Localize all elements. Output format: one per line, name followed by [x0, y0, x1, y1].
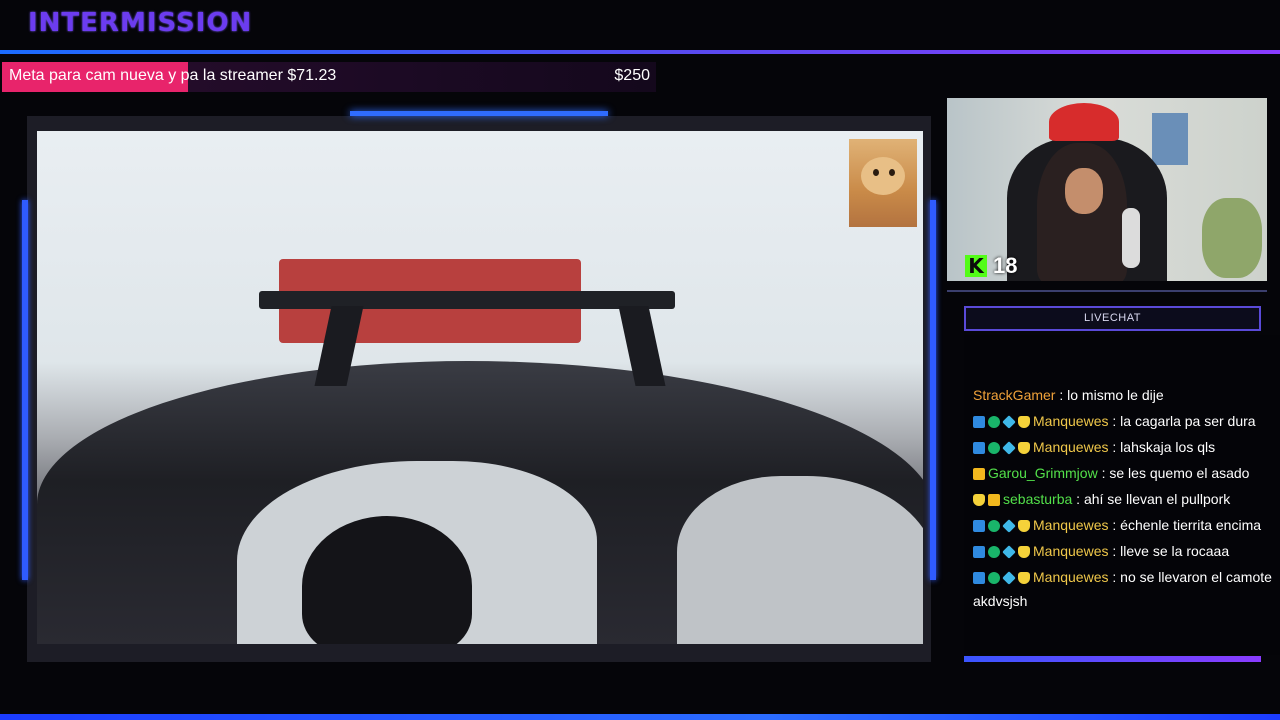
cat-face: [861, 157, 905, 195]
chat-username[interactable]: Garou_Grimmjow: [988, 465, 1098, 481]
chat-message: Garou_Grimmjow : se les quemo el asado: [973, 465, 1249, 481]
goal-label: Meta para cam nueva y pa la streamer $71…: [9, 67, 337, 84]
cat-eye-right: [889, 169, 895, 176]
goal-target: $250: [614, 67, 650, 84]
streamer-face: [1065, 168, 1103, 214]
donation-goal-bar: Meta para cam nueva y pa la streamer $71…: [2, 62, 656, 92]
chat-message: Manquewes : échenle tierrita encima: [973, 517, 1262, 534]
cam-poster: [1152, 113, 1188, 165]
santa-hat: [1049, 103, 1119, 141]
subscriber-icon: [1018, 416, 1030, 429]
footer-divider: [0, 714, 1280, 720]
page-title: INTERMISSION: [28, 8, 253, 38]
microphone: [1122, 208, 1140, 268]
header-bar: INTERMISSION: [0, 0, 1280, 54]
passenger: [302, 516, 472, 644]
verified-icon: [988, 520, 1000, 533]
plush-toy: [1202, 198, 1262, 278]
chat-text: : lo mismo le dije: [1055, 387, 1164, 403]
moderator-icon: [973, 442, 985, 455]
car-window-rear: [677, 476, 923, 644]
subscriber-icon: [1018, 442, 1030, 455]
gem-icon: [1002, 519, 1016, 534]
gem-icon: [1002, 571, 1016, 586]
chat-panel[interactable]: StrackGamer : lo mismo le dije Manquewes …: [964, 335, 1280, 655]
chat-message: Manquewes : la cagarla pa ser dura: [973, 413, 1256, 430]
cam-divider: [947, 290, 1267, 292]
subscriber-icon: [1018, 546, 1030, 559]
chat-message: sebasturba : ahí se llevan el pullpork: [973, 491, 1230, 507]
verified-icon: [988, 546, 1000, 559]
crown-icon: [988, 494, 1000, 507]
verified-icon: [988, 572, 1000, 585]
frame-top-accent: [350, 111, 608, 116]
gem-icon: [1002, 545, 1016, 560]
gem-icon: [1002, 441, 1016, 456]
moderator-icon: [973, 520, 985, 533]
chat-message-continuation: akdvsjsh: [973, 593, 1028, 609]
frame-left-accent: [22, 200, 28, 580]
chat-text: : no se llevaron el camote: [1108, 569, 1272, 585]
viewer-counter: K 18: [965, 253, 1017, 279]
subscriber-icon: [1018, 520, 1030, 533]
kick-icon: K: [965, 255, 987, 277]
chat-text: : lahskaja los qls: [1108, 439, 1216, 455]
chat-username[interactable]: Manquewes: [1033, 413, 1109, 429]
cat-overlay-image: [849, 139, 917, 227]
crown-icon: [973, 468, 985, 481]
chat-message: StrackGamer : lo mismo le dije: [973, 387, 1164, 403]
viewer-count: 18: [993, 253, 1018, 278]
frame-right-accent: [930, 200, 936, 580]
chat-bottom-accent: [964, 656, 1261, 662]
chat-message: Manquewes : lahskaja los qls: [973, 439, 1216, 456]
chat-text: : la cagarla pa ser dura: [1108, 413, 1256, 429]
chat-username[interactable]: Manquewes: [1033, 543, 1109, 559]
subscriber-icon: [973, 494, 985, 507]
header-divider: [0, 50, 1280, 54]
cat-eye-left: [873, 169, 879, 176]
chat-username[interactable]: Manquewes: [1033, 517, 1109, 533]
subscriber-icon: [1018, 572, 1030, 585]
video-player[interactable]: [37, 131, 923, 644]
chat-username[interactable]: Manquewes: [1033, 439, 1109, 455]
verified-icon: [988, 442, 1000, 455]
chat-title: LIVECHAT: [1084, 312, 1141, 324]
moderator-icon: [973, 416, 985, 429]
chat-text: : lleve se la rocaaa: [1108, 543, 1230, 559]
chat-message: Manquewes : lleve se la rocaaa: [973, 543, 1230, 560]
verified-icon: [988, 416, 1000, 429]
chat-message: Manquewes : no se llevaron el camote: [973, 569, 1272, 586]
chat-text: : ahí se llevan el pullpork: [1072, 491, 1231, 507]
moderator-icon: [973, 572, 985, 585]
gem-icon: [1002, 415, 1016, 430]
chat-username[interactable]: StrackGamer: [973, 387, 1055, 403]
moderator-icon: [973, 546, 985, 559]
chat-text: : se les quemo el asado: [1097, 465, 1250, 481]
chat-username[interactable]: sebasturba: [1003, 491, 1072, 507]
chat-text: : échenle tierrita encima: [1108, 517, 1262, 533]
chat-header: LIVECHAT: [964, 306, 1261, 331]
roof-rack: [259, 291, 675, 309]
chat-username[interactable]: Manquewes: [1033, 569, 1109, 585]
